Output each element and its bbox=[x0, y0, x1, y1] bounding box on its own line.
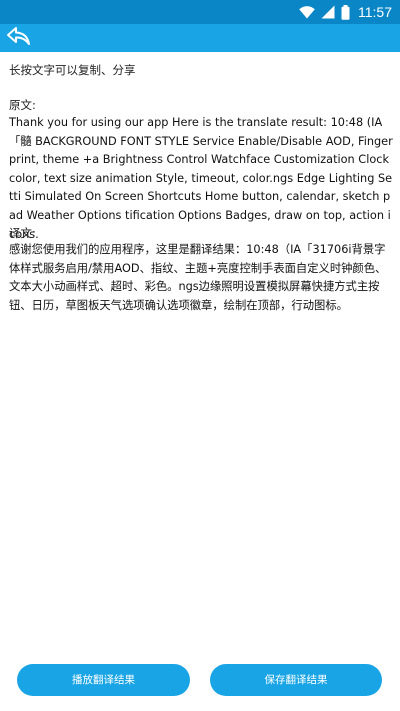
original-label: 原文: bbox=[9, 98, 36, 112]
back-arrow-icon bbox=[6, 25, 32, 51]
back-button[interactable] bbox=[4, 25, 34, 51]
play-translation-button[interactable]: 播放翻译结果 bbox=[17, 664, 190, 696]
status-icons: 11:57 bbox=[299, 3, 392, 21]
translation-text[interactable]: 感谢您使用我们的应用程序，这里是翻译结果：10:48（IA「31706i背景字体… bbox=[9, 241, 394, 315]
original-text[interactable]: Thank you for using our app Here is the … bbox=[9, 114, 394, 244]
save-translation-button[interactable]: 保存翻译结果 bbox=[210, 664, 382, 696]
status-bar: 11:57 bbox=[0, 0, 400, 24]
toolbar bbox=[0, 24, 400, 52]
battery-icon bbox=[341, 4, 350, 20]
copy-share-hint: 长按文字可以复制、分享 bbox=[9, 63, 136, 77]
translation-label: 译文: bbox=[9, 226, 36, 240]
cellular-signal-icon bbox=[321, 5, 335, 19]
status-time: 11:57 bbox=[358, 4, 392, 20]
wifi-icon bbox=[299, 5, 315, 19]
